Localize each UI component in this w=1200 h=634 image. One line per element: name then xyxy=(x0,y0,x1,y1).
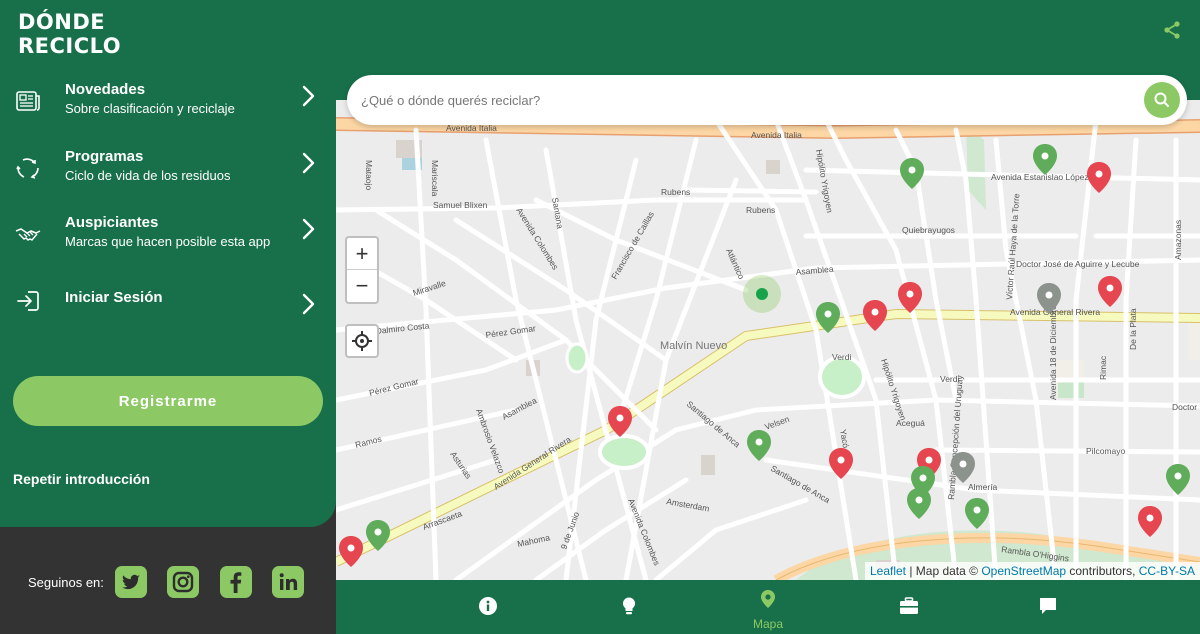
street-label: Rimac xyxy=(1098,355,1108,380)
recycle-cycle-icon xyxy=(16,158,39,179)
info-icon xyxy=(479,597,497,615)
street-label: Avenida 18 de Diciembre xyxy=(1048,305,1058,400)
chevron-right-icon xyxy=(302,218,315,240)
zoom-in-button[interactable]: + xyxy=(347,238,377,270)
nav-map[interactable]: Mapa xyxy=(708,580,828,634)
user-location-icon xyxy=(756,288,768,300)
sidebar-item-subtitle: Sobre clasificación y reciclaje xyxy=(65,101,235,116)
sidebar-item-subtitle: Marcas que hacen posible esta app xyxy=(65,234,271,249)
chat-bubble-icon xyxy=(1040,598,1056,614)
map-pin-icon xyxy=(761,590,775,608)
sidebar: DÓNDE RECICLO Novedades Sobre clasificac… xyxy=(0,0,336,527)
nav-chat[interactable] xyxy=(988,580,1108,634)
street-label: Samuel Blixen xyxy=(433,200,488,210)
street-label: Doctor xyxy=(1172,402,1197,412)
street-label: Rubens xyxy=(746,205,775,215)
follow-us-label: Seguinos en: xyxy=(28,575,104,590)
crosshair-icon xyxy=(352,331,372,351)
street-label: Avenida Italia xyxy=(751,130,802,140)
sidebar-item-iniciar-sesion[interactable]: Iniciar Sesión xyxy=(0,289,336,349)
sidebar-item-novedades[interactable]: Novedades Sobre clasificación y reciclaj… xyxy=(0,81,336,141)
lightbulb-icon xyxy=(622,597,636,615)
street-label: De la Plata xyxy=(1128,308,1138,350)
map-attribution: Leaflet | Map data © OpenStreetMap contr… xyxy=(864,562,1200,580)
street-label: Almería xyxy=(968,482,998,492)
chevron-right-icon xyxy=(302,85,315,107)
nav-tips[interactable] xyxy=(569,580,689,634)
zoom-control: + − xyxy=(345,236,379,304)
sidebar-item-programas[interactable]: Programas Ciclo de vida de los residuos xyxy=(0,148,336,208)
street-label: Quiebrayugos xyxy=(902,225,955,235)
share-icon[interactable] xyxy=(1162,20,1182,40)
nav-info[interactable] xyxy=(428,580,548,634)
osm-link[interactable]: OpenStreetMap xyxy=(981,564,1066,578)
street-label: Doctor José de Aguirre y Lecube xyxy=(1016,259,1140,269)
register-button[interactable]: Registrarme xyxy=(13,376,323,426)
nav-label: Mapa xyxy=(752,617,784,631)
street-label: Pilcomayo xyxy=(1086,446,1125,456)
logo-line-2: RECICLO xyxy=(18,34,122,58)
locate-button[interactable] xyxy=(345,324,379,358)
map[interactable]: Avenida Italia Avenida Italia Avenida Es… xyxy=(336,100,1200,580)
attribution-text: contributors, xyxy=(1066,564,1139,578)
street-label: Mataojo xyxy=(364,160,374,191)
search-icon xyxy=(1154,92,1169,107)
login-icon xyxy=(17,291,39,311)
nav-toolbox[interactable] xyxy=(848,580,968,634)
twitter-icon[interactable] xyxy=(115,566,147,598)
street-label: Verdi xyxy=(832,352,851,362)
sidebar-item-title: Iniciar Sesión xyxy=(65,289,163,306)
toolbox-icon xyxy=(900,597,918,614)
street-label: Amazonas xyxy=(1173,220,1183,260)
map-tiles: Avenida Italia Avenida Italia Avenida Es… xyxy=(336,100,1200,580)
sidebar-item-title: Novedades xyxy=(65,81,146,98)
leaflet-link[interactable]: Leaflet xyxy=(870,564,906,578)
street-label: Rubens xyxy=(661,187,690,197)
chevron-right-icon xyxy=(302,152,315,174)
linkedin-icon[interactable] xyxy=(272,566,304,598)
sidebar-item-auspiciantes[interactable]: Auspiciantes Marcas que hacen posible es… xyxy=(0,214,336,274)
street-label: Mariscala xyxy=(430,160,440,197)
bottom-nav: Mapa xyxy=(336,580,1200,634)
logo-line-1: DÓNDE xyxy=(18,10,106,34)
search-bar xyxy=(347,75,1187,125)
chevron-right-icon xyxy=(302,293,315,315)
newspaper-icon xyxy=(16,91,40,111)
street-label: Avenida Estanislao López xyxy=(991,172,1089,182)
search-input[interactable] xyxy=(361,75,1141,125)
sidebar-item-subtitle: Ciclo de vida de los residuos xyxy=(65,168,231,183)
repeat-intro-link[interactable]: Repetir introducción xyxy=(13,471,150,487)
instagram-icon[interactable] xyxy=(167,566,199,598)
neighborhood-label: Malvín Nuevo xyxy=(660,340,727,352)
sidebar-item-title: Auspiciantes xyxy=(65,214,159,231)
zoom-out-button[interactable]: − xyxy=(347,270,377,302)
app-logo[interactable]: DÓNDE RECICLO xyxy=(18,10,121,58)
handshake-icon xyxy=(15,228,41,241)
license-link[interactable]: CC-BY-SA xyxy=(1139,564,1195,578)
attribution-text: | Map data © xyxy=(906,564,982,578)
sidebar-item-title: Programas xyxy=(65,148,144,165)
facebook-icon[interactable] xyxy=(220,566,252,598)
search-button[interactable] xyxy=(1144,82,1180,118)
